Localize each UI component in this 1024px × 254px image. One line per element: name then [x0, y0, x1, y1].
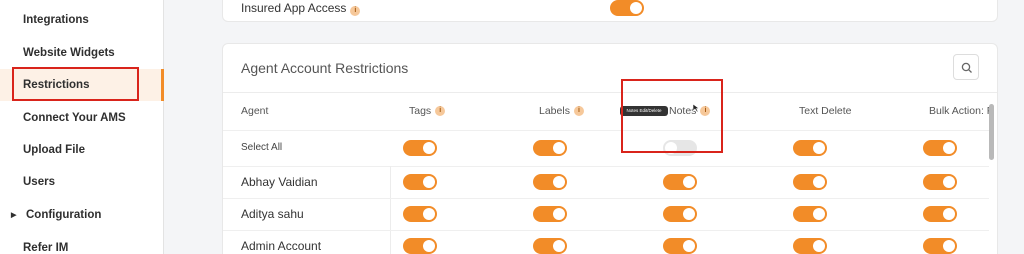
bulk-action-toggle[interactable]	[923, 174, 957, 190]
search-icon	[961, 62, 972, 73]
bulk-action-toggle[interactable]	[923, 238, 957, 254]
agent-name: Admin Account	[241, 239, 322, 253]
notes-toggle[interactable]	[663, 174, 697, 190]
text-delete-toggle[interactable]	[793, 174, 827, 190]
select-all-text-delete-toggle[interactable]	[793, 140, 827, 156]
insured-app-access-label: Insured App Access i	[241, 1, 361, 16]
sidebar-item-restrictions[interactable]: Restrictions	[0, 69, 164, 101]
sidebar-item-integrations[interactable]: Integrations	[0, 4, 164, 36]
notes-toggle[interactable]	[663, 206, 697, 222]
sidebar-item-connect-your-ams[interactable]: Connect Your AMS	[0, 102, 164, 134]
sidebar-item-label: Integrations	[23, 14, 89, 26]
row-divider	[223, 230, 989, 231]
sidebar-item-users[interactable]: Users	[0, 166, 164, 198]
search-button[interactable]	[953, 54, 979, 80]
column-header-text-delete: Text Delete	[799, 105, 852, 117]
insured-app-access-toggle[interactable]	[610, 0, 644, 16]
sidebar-item-label: Upload File	[23, 144, 85, 156]
notes-toggle[interactable]	[663, 238, 697, 254]
sidebar-item-label: Users	[23, 176, 55, 188]
sidebar-item-refer-im[interactable]: Refer IM	[0, 232, 164, 254]
sidebar-item-label: Connect Your AMS	[23, 112, 126, 124]
select-all-tags-toggle[interactable]	[403, 140, 437, 156]
info-icon: i	[350, 6, 361, 16]
info-icon: i	[573, 106, 584, 116]
info-icon: i	[700, 106, 711, 116]
card-title: Agent Account Restrictions	[241, 60, 409, 76]
tags-toggle[interactable]	[403, 238, 437, 254]
notes-tooltip: Notes Edit/Delete	[620, 106, 668, 116]
column-header-notes: Notes i	[669, 105, 711, 117]
column-header-agent: Agent	[241, 105, 269, 117]
sidebar: Integrations Website Widgets Restriction…	[0, 0, 164, 254]
select-all-bulk-action-toggle[interactable]	[923, 140, 957, 156]
sidebar-item-label: Refer IM	[23, 242, 69, 254]
labels-toggle[interactable]	[533, 238, 567, 254]
sidebar-item-upload-file[interactable]: Upload File	[0, 134, 164, 166]
caret-right-icon: ▶	[11, 212, 17, 219]
sidebar-item-label: Configuration	[26, 209, 102, 221]
table-scrollbar[interactable]	[989, 104, 994, 160]
labels-toggle[interactable]	[533, 206, 567, 222]
sidebar-item-website-widgets[interactable]: Website Widgets	[0, 37, 164, 69]
column-header-tags: Tags i	[409, 105, 446, 117]
row-divider	[223, 198, 989, 199]
bulk-action-toggle[interactable]	[923, 206, 957, 222]
column-header-bulk-action: Bulk Action: F	[929, 105, 989, 117]
labels-toggle[interactable]	[533, 174, 567, 190]
sidebar-item-label: Restrictions	[23, 79, 90, 91]
select-all-labels-toggle[interactable]	[533, 140, 567, 156]
column-separator	[390, 166, 391, 254]
select-all-label: Select All	[241, 142, 283, 153]
select-all-notes-toggle[interactable]	[663, 140, 697, 156]
mouse-cursor-icon	[692, 103, 700, 113]
info-icon: i	[435, 106, 446, 116]
row-divider	[223, 130, 989, 131]
agent-name: Aditya sahu	[241, 207, 304, 221]
card-divider	[223, 92, 997, 93]
sidebar-item-configuration[interactable]: ▶ Configuration	[0, 199, 164, 231]
agent-name: Abhay Vaidian	[241, 175, 318, 189]
text-delete-toggle[interactable]	[793, 238, 827, 254]
text-delete-toggle[interactable]	[793, 206, 827, 222]
tags-toggle[interactable]	[403, 174, 437, 190]
sidebar-item-label: Website Widgets	[23, 47, 115, 59]
column-header-labels: Labels i	[539, 105, 584, 117]
row-divider	[223, 166, 989, 167]
tags-toggle[interactable]	[403, 206, 437, 222]
